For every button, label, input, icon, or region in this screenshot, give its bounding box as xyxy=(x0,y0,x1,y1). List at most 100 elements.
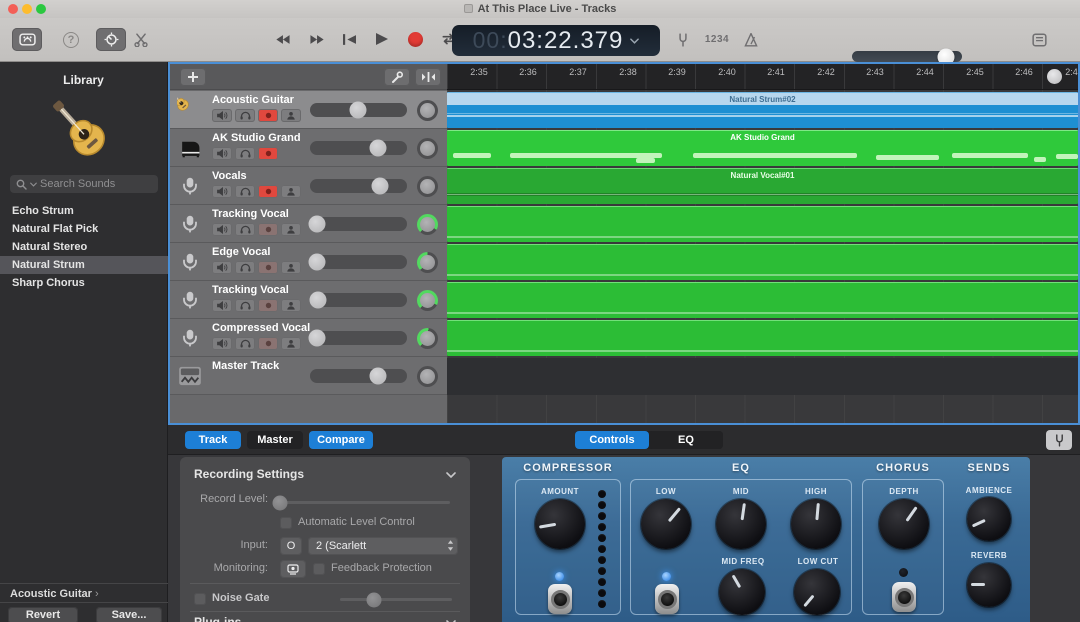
rewind-button[interactable] xyxy=(272,28,294,50)
revert-button[interactable]: Revert xyxy=(8,607,78,622)
chorus-depth-knob[interactable] xyxy=(879,499,929,549)
eq-high-knob[interactable] xyxy=(791,499,841,549)
pan-knob[interactable] xyxy=(417,138,438,159)
go-to-beginning-button[interactable] xyxy=(338,28,360,50)
record-enable-button[interactable] xyxy=(258,109,278,122)
track-volume-thumb[interactable] xyxy=(308,254,325,271)
record-level-thumb[interactable] xyxy=(273,495,288,510)
track-row-vocals[interactable]: Vocals xyxy=(170,167,447,205)
library-item-natural-strum-selected[interactable]: Natural Strum xyxy=(0,256,168,274)
eq-low-cut-knob[interactable] xyxy=(794,569,840,615)
chevron-down-icon[interactable] xyxy=(446,472,456,478)
record-enable-button[interactable] xyxy=(258,299,278,312)
pan-knob[interactable] xyxy=(417,176,438,197)
track-name[interactable]: Edge Vocal xyxy=(212,246,270,258)
input-format-button[interactable]: O xyxy=(280,537,302,555)
count-in-button[interactable]: 1234 xyxy=(700,28,734,51)
tuner-button[interactable] xyxy=(668,28,698,51)
region-natural-vocal[interactable]: Natural Vocal#01 xyxy=(447,168,1078,204)
add-track-button[interactable] xyxy=(180,68,206,86)
track-volume-thumb[interactable] xyxy=(369,140,386,157)
tab-master[interactable]: Master xyxy=(247,431,303,449)
region-tracking-vocal-1[interactable] xyxy=(447,206,1078,242)
mute-button[interactable] xyxy=(212,185,232,198)
eq-mid-knob[interactable] xyxy=(716,499,766,549)
pan-knob[interactable] xyxy=(417,100,438,121)
record-enable-button[interactable] xyxy=(258,147,278,160)
search-scope-chevron-icon[interactable] xyxy=(30,182,37,187)
smart-controls-button[interactable] xyxy=(96,28,126,51)
input-monitoring-button[interactable] xyxy=(281,337,301,350)
input-monitoring-button[interactable] xyxy=(281,223,301,236)
track-name[interactable]: Tracking Vocal xyxy=(212,284,289,296)
quick-help-button[interactable]: ? xyxy=(56,28,86,51)
track-name[interactable]: AK Studio Grand xyxy=(212,132,301,144)
metronome-button[interactable] xyxy=(736,28,766,51)
noise-gate-checkbox[interactable] xyxy=(194,593,206,605)
track-volume-thumb[interactable] xyxy=(308,330,325,347)
input-source-popup[interactable]: 2 (Scarlett xyxy=(308,537,458,555)
region-tracking-vocal-2[interactable] xyxy=(447,282,1078,318)
master-volume-slider[interactable] xyxy=(852,51,962,62)
plugins-header[interactable]: Plug-ins xyxy=(180,615,470,622)
play-button[interactable] xyxy=(371,28,393,50)
catch-playhead-button[interactable] xyxy=(415,68,441,86)
track-name[interactable]: Master Track xyxy=(212,360,279,372)
automatic-level-checkbox[interactable] xyxy=(280,517,292,529)
patch-breadcrumb[interactable]: Acoustic Guitar › xyxy=(10,588,99,600)
region-ak-studio-grand[interactable]: AK Studio Grand xyxy=(447,130,1078,166)
feedback-protection-checkbox[interactable] xyxy=(313,563,325,575)
eq-low-knob[interactable] xyxy=(641,499,691,549)
solo-button[interactable] xyxy=(235,185,255,198)
input-monitoring-button[interactable] xyxy=(281,299,301,312)
save-button[interactable]: Save... xyxy=(96,607,162,622)
track-name[interactable]: Vocals xyxy=(212,170,247,182)
solo-button[interactable] xyxy=(235,223,255,236)
track-volume-slider[interactable] xyxy=(310,141,407,155)
monitoring-button[interactable] xyxy=(280,560,306,578)
solo-button[interactable] xyxy=(235,299,255,312)
track-volume-slider[interactable] xyxy=(310,293,407,307)
recording-settings-header[interactable]: Recording Settings xyxy=(180,467,470,485)
track-row-ak-studio-grand[interactable]: AK Studio Grand xyxy=(170,129,447,167)
compressor-power-toggle[interactable] xyxy=(548,584,572,614)
tab-compare[interactable]: Compare xyxy=(309,431,373,449)
region-edge-vocal[interactable] xyxy=(447,244,1078,280)
tab-eq[interactable]: EQ xyxy=(649,431,723,449)
input-monitoring-button[interactable] xyxy=(281,185,301,198)
search-input[interactable] xyxy=(40,178,152,190)
search-sounds-field[interactable] xyxy=(10,175,158,193)
pan-knob[interactable] xyxy=(417,290,438,311)
record-button[interactable] xyxy=(404,28,426,50)
playhead-handle[interactable] xyxy=(1047,69,1062,84)
solo-button[interactable] xyxy=(235,109,255,122)
pan-knob[interactable] xyxy=(417,214,438,235)
record-enable-button[interactable] xyxy=(258,337,278,350)
track-volume-thumb[interactable] xyxy=(309,292,326,309)
chorus-power-toggle[interactable] xyxy=(892,582,916,612)
library-item-echo-strum[interactable]: Echo Strum xyxy=(0,202,168,220)
solo-button[interactable] xyxy=(235,147,255,160)
track-volume-thumb[interactable] xyxy=(369,368,386,385)
mute-button[interactable] xyxy=(212,109,232,122)
note-pads-button[interactable] xyxy=(1024,28,1054,51)
mute-button[interactable] xyxy=(212,147,232,160)
timeline[interactable]: 2:35 2:36 2:37 2:38 2:39 2:40 2:41 2:42 … xyxy=(447,64,1078,423)
record-enable-button[interactable] xyxy=(258,185,278,198)
noise-gate-slider[interactable] xyxy=(340,598,452,601)
track-volume-slider[interactable] xyxy=(310,369,407,383)
track-row-compressed-vocal[interactable]: Compressed Vocal xyxy=(170,319,447,357)
mute-button[interactable] xyxy=(212,261,232,274)
eq-power-toggle[interactable] xyxy=(655,584,679,614)
track-name[interactable]: Acoustic Guitar xyxy=(212,94,294,106)
track-row-edge-vocal[interactable]: Edge Vocal xyxy=(170,243,447,281)
region-compressed-vocal[interactable] xyxy=(447,320,1078,356)
time-ruler[interactable]: 2:35 2:36 2:37 2:38 2:39 2:40 2:41 2:42 … xyxy=(447,64,1078,90)
input-monitoring-button[interactable] xyxy=(281,261,301,274)
lcd-time-display[interactable]: 00: 03:22.379 xyxy=(452,25,660,56)
track-volume-slider[interactable] xyxy=(310,255,407,269)
eq-mid-freq-knob[interactable] xyxy=(719,569,765,615)
input-monitoring-button[interactable] xyxy=(281,109,301,122)
record-enable-button[interactable] xyxy=(258,261,278,274)
library-item-sharp-chorus[interactable]: Sharp Chorus xyxy=(0,274,168,292)
